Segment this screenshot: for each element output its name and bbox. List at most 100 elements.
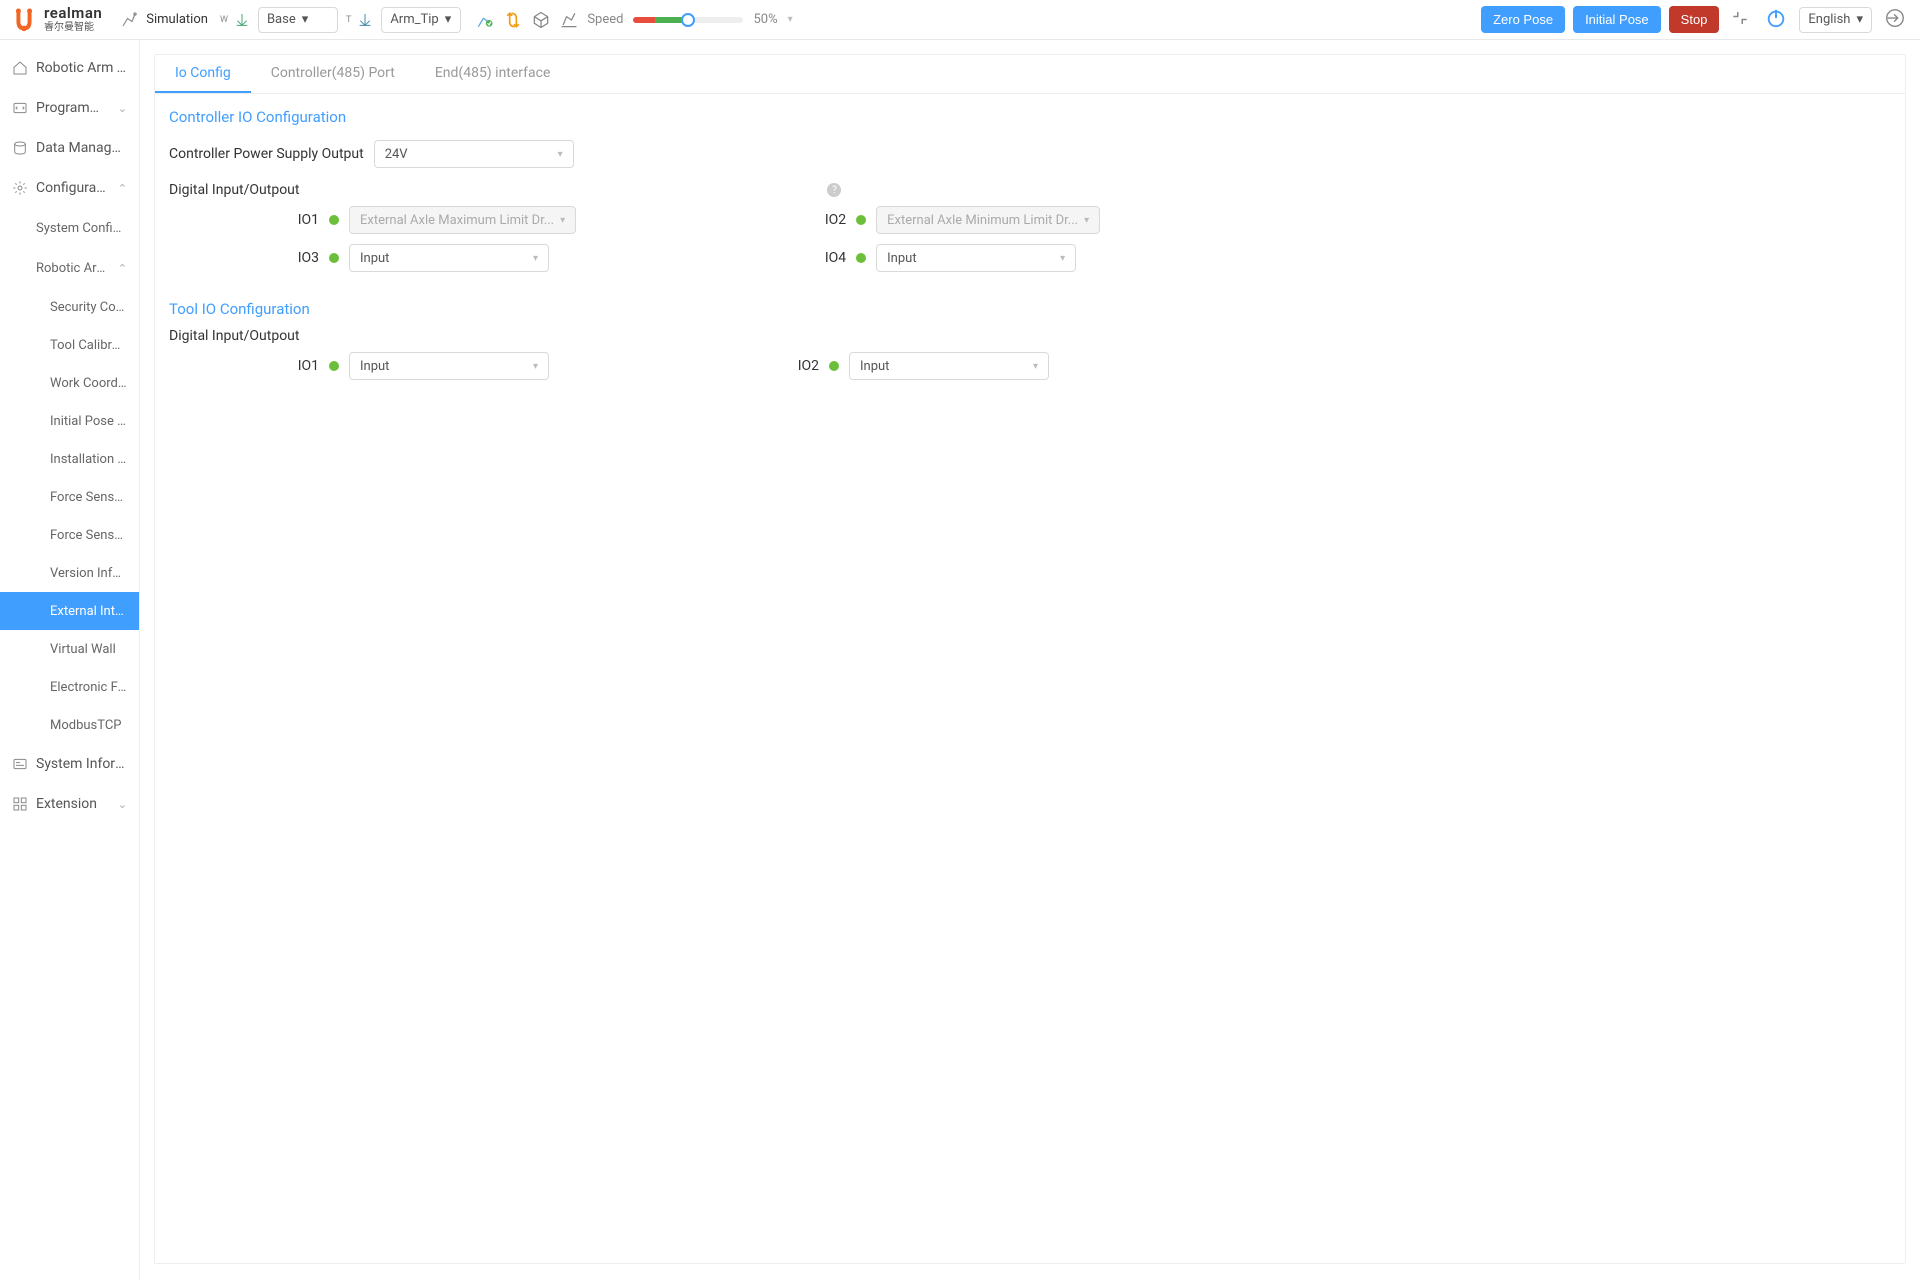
- language-select[interactable]: English ▾: [1799, 7, 1872, 33]
- chevron-down-icon: ⌄: [118, 102, 127, 115]
- database-icon: [12, 140, 28, 156]
- status-dot: [329, 253, 339, 263]
- sidebar-item-system-configuration[interactable]: System Configuration: [0, 208, 139, 248]
- power-supply-label: Controller Power Supply Output: [169, 146, 364, 162]
- controller-digital-io-header: Digital Input/Outpout ?: [155, 182, 1905, 206]
- speed-slider[interactable]: [633, 17, 743, 23]
- chevron-down-icon: ▾: [533, 361, 538, 372]
- io2-select: External Axle Minimum Limit Dr... ▾: [876, 206, 1100, 234]
- logo: realman 睿尔曼智能: [10, 6, 102, 34]
- sidebar-item-force-sensor-1[interactable]: Force Sensor...: [0, 478, 139, 516]
- tab-end-485[interactable]: End(485) interface: [415, 55, 571, 93]
- tool-io2-label: IO2: [669, 358, 819, 374]
- power-supply-row: Controller Power Supply Output 24V ▾: [155, 136, 1905, 182]
- sidebar-item-tool-calibration[interactable]: Tool Calibration: [0, 326, 139, 364]
- gear-icon: [12, 180, 28, 196]
- tip-select[interactable]: Arm_Tip ▾: [381, 7, 461, 33]
- tool-io-grid: IO1 Input ▾ IO2 Input ▾: [155, 352, 1905, 394]
- status-dot: [329, 215, 339, 225]
- status-dot: [329, 361, 339, 371]
- help-icon[interactable]: ?: [827, 183, 841, 197]
- chevron-down-icon: ▾: [1856, 12, 1863, 27]
- sidebar-item-work-coordi[interactable]: Work Coordi...: [0, 364, 139, 402]
- sidebar-item-external-inter[interactable]: External Inter...: [0, 592, 139, 630]
- chevron-up-icon: ⌃: [118, 262, 127, 275]
- tool-digital-io-header: Digital Input/Outpout: [155, 328, 1905, 352]
- tool-io-title: Tool IO Configuration: [155, 286, 1905, 328]
- speed-value[interactable]: 50% ▾: [753, 12, 792, 27]
- power-icon[interactable]: [1761, 7, 1791, 33]
- home-icon: [12, 60, 28, 76]
- tool-icon-2[interactable]: [503, 10, 523, 30]
- speed-control: Speed 50% ▾: [587, 12, 792, 27]
- io-row: IO4 Input ▾: [696, 244, 1100, 272]
- io4-select[interactable]: Input ▾: [876, 244, 1076, 272]
- controller-io-grid: IO1 External Axle Maximum Limit Dr... ▾ …: [155, 206, 1905, 286]
- logo-text: realman 睿尔曼智能: [44, 6, 102, 33]
- chevron-down-icon: ▾: [302, 12, 329, 27]
- sidebar-item-data-management[interactable]: Data Management: [0, 128, 139, 168]
- io3-label: IO3: [169, 250, 319, 266]
- speed-label: Speed: [587, 12, 623, 27]
- sidebar-item-modbustcp[interactable]: ModbusTCP: [0, 706, 139, 744]
- w-sup: W: [220, 15, 228, 25]
- chevron-down-icon: ▾: [1033, 361, 1038, 372]
- info-icon: [12, 756, 28, 772]
- content-area: Io Config Controller(485) Port End(485) …: [140, 40, 1920, 1280]
- tool-icon-1[interactable]: [475, 10, 495, 30]
- tab-controller-485[interactable]: Controller(485) Port: [251, 55, 415, 93]
- power-supply-select[interactable]: 24V ▾: [374, 140, 574, 168]
- stop-button[interactable]: Stop: [1669, 6, 1720, 33]
- sidebar: Robotic Arm Tea... Programming ⌄ Data Ma…: [0, 40, 140, 1280]
- io1-select: External Axle Maximum Limit Dr... ▾: [349, 206, 576, 234]
- chevron-down-icon: ▾: [1060, 253, 1065, 264]
- drag-teach-icon[interactable]: [559, 10, 579, 30]
- sidebar-item-installation[interactable]: Installation S...: [0, 440, 139, 478]
- tip-icon: [357, 12, 373, 28]
- robot-mode-icon: [120, 11, 138, 29]
- sidebar-item-virtual-wall[interactable]: Virtual Wall: [0, 630, 139, 668]
- sidebar-item-initial-pose[interactable]: Initial Pose S...: [0, 402, 139, 440]
- sidebar-item-robotic-arm-config[interactable]: Robotic Arm Config... ⌃: [0, 248, 139, 288]
- t-sup: T: [346, 15, 351, 25]
- mode-label: Simulation: [146, 12, 208, 27]
- zero-pose-button[interactable]: Zero Pose: [1481, 6, 1565, 33]
- chevron-up-icon: ⌃: [118, 182, 127, 195]
- status-dot: [856, 253, 866, 263]
- io-row: IO2 External Axle Minimum Limit Dr... ▾: [696, 206, 1100, 234]
- logout-icon[interactable]: [1880, 7, 1910, 33]
- collapse-icon[interactable]: [1727, 9, 1753, 31]
- chevron-down-icon: ▾: [533, 253, 538, 264]
- io3-select[interactable]: Input ▾: [349, 244, 549, 272]
- status-dot: [829, 361, 839, 371]
- chevron-down-icon: ▾: [558, 149, 563, 160]
- sidebar-item-force-sensor-2[interactable]: Force Sensor...: [0, 516, 139, 554]
- tabs: Io Config Controller(485) Port End(485) …: [155, 55, 1905, 94]
- sidebar-item-programming[interactable]: Programming ⌄: [0, 88, 139, 128]
- sidebar-item-extension[interactable]: Extension ⌄: [0, 784, 139, 824]
- panel: Io Config Controller(485) Port End(485) …: [154, 54, 1906, 1264]
- controller-io-title: Controller IO Configuration: [155, 94, 1905, 136]
- sidebar-item-configuration[interactable]: Configuration ⌃: [0, 168, 139, 208]
- io-row: IO2 Input ▾: [669, 352, 1049, 380]
- io-row: IO1 Input ▾: [169, 352, 549, 380]
- sidebar-item-electronic-fence[interactable]: Electronic Fe...: [0, 668, 139, 706]
- chevron-down-icon: ▾: [788, 14, 793, 25]
- cube-icon[interactable]: [531, 10, 551, 30]
- chevron-down-icon: ▾: [1084, 215, 1089, 226]
- tool-io2-select[interactable]: Input ▾: [849, 352, 1049, 380]
- tool-io1-select[interactable]: Input ▾: [349, 352, 549, 380]
- sidebar-item-system-info[interactable]: System Informat...: [0, 744, 139, 784]
- base-select[interactable]: Base ▾: [258, 7, 338, 33]
- tool-io1-label: IO1: [169, 358, 319, 374]
- chevron-down-icon: ⌄: [118, 798, 127, 811]
- sidebar-item-security-conf[interactable]: Security Conf...: [0, 288, 139, 326]
- initial-pose-button[interactable]: Initial Pose: [1573, 6, 1661, 33]
- chevron-down-icon: ▾: [560, 215, 565, 226]
- status-dot: [856, 215, 866, 225]
- grid-icon: [12, 796, 28, 812]
- sidebar-item-version-info[interactable]: Version Infor...: [0, 554, 139, 592]
- sidebar-item-robotic-arm-teach[interactable]: Robotic Arm Tea...: [0, 48, 139, 88]
- logo-icon: [10, 6, 38, 34]
- tab-io-config[interactable]: Io Config: [155, 55, 251, 93]
